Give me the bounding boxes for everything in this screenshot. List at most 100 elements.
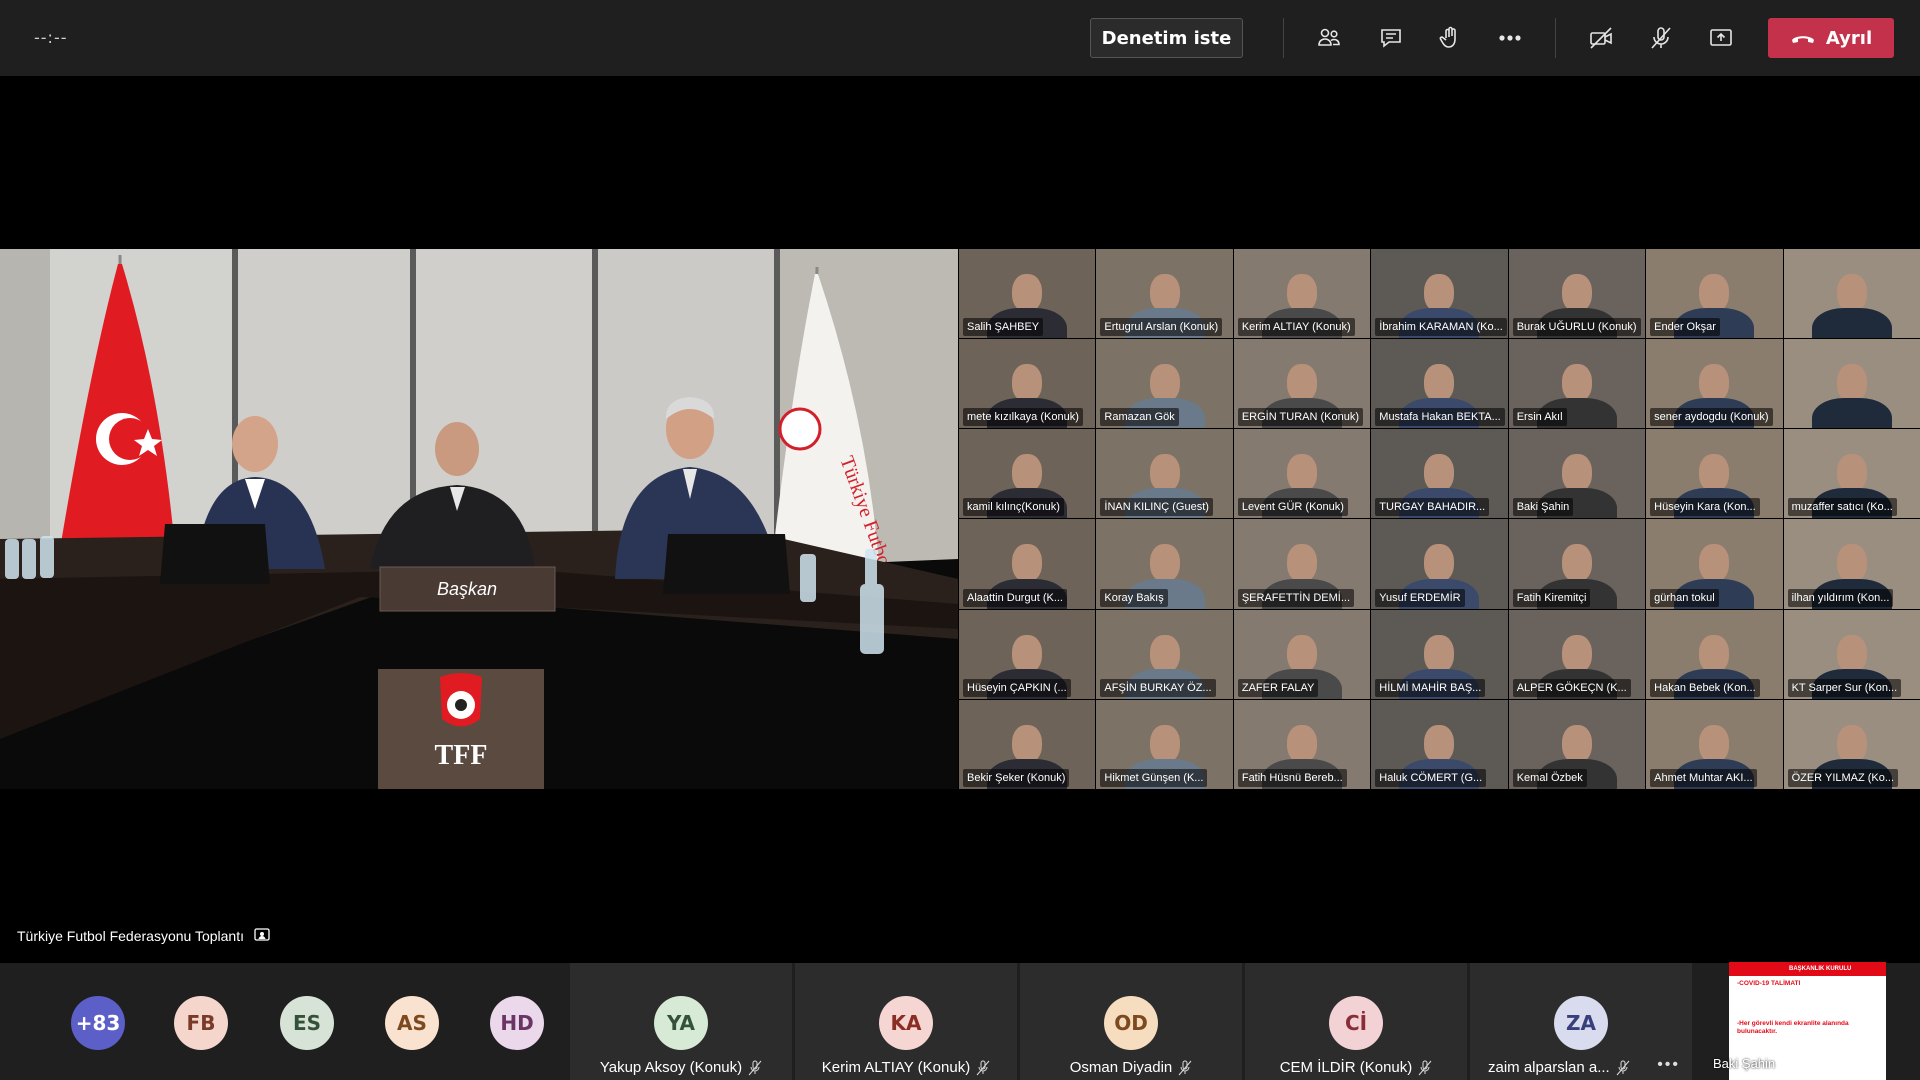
participant-video-tile[interactable]: Haluk CÖMERT (G... [1371,699,1508,789]
participant-label: Alaattin Durgut (K... [963,588,1067,607]
participant-video-tile[interactable]: İNAN KILINÇ (Guest) [1096,429,1233,519]
participant-video-tile[interactable]: Hüseyin ÇAPKIN (... [959,609,1096,699]
participant-video-tile[interactable]: Baki Şahin [1508,429,1646,519]
participant-label: Ramazan Gök [1100,408,1179,427]
participant-video-tile[interactable]: sener aydogdu (Konuk) [1646,339,1783,429]
participant-tile[interactable]: KA Kerim ALTIAY (Konuk) [795,963,1017,1080]
participant-face [1149,364,1180,403]
participant-name: Osman Diyadin [1020,1059,1242,1076]
participant-video-tile[interactable]: ZAFER FALAY [1233,609,1371,699]
participant-label: sener aydogdu (Konuk) [1650,408,1773,427]
participant-video-tile[interactable]: ALPER GÖKEÇN (K... [1508,609,1646,699]
participant-video-tile[interactable]: Koray Bakış [1096,519,1233,609]
participant-video-tile[interactable]: Burak UĞURLU (Konuk) [1508,249,1646,339]
participant-label: AFŞİN BURKAY ÖZ... [1100,678,1216,697]
raise-hand-icon[interactable] [1431,20,1469,56]
participant-video-tile[interactable]: Levent GÜR (Konuk) [1233,429,1371,519]
avatar-hd[interactable]: HD [490,996,544,1050]
participant-video-tile[interactable]: ERGİN TURAN (Konuk) [1233,339,1371,429]
request-control-button[interactable]: Denetim iste [1090,18,1243,58]
participant-face [1287,724,1318,763]
participant-video-tile[interactable]: Ahmet Muhtar AKI... [1646,699,1783,789]
participant-video-tile[interactable]: Fatih Hüsnü Bereb... [1233,699,1371,789]
participant-face [1561,454,1592,493]
participant-video-tile[interactable]: Ersin Akıl [1508,339,1646,429]
participant-tile[interactable]: OD Osman Diyadin [1020,963,1242,1080]
avatar-es[interactable]: ES [280,996,334,1050]
toolbar-divider [1283,18,1284,58]
participant-avatar: KA [879,996,933,1050]
participant-label: mete kızılkaya (Konuk) [963,408,1083,427]
participant-label: İbrahim KARAMAN (Ko... [1375,318,1507,337]
share-icon[interactable] [1702,20,1740,56]
participant-body [1811,398,1892,429]
meeting-timer: --:-- [34,28,68,47]
participant-face [1287,273,1318,312]
room-camera-feed: Türkiye Futbol Federasyonu [0,249,958,789]
participant-video-tile[interactable]: ÖZER YILMAZ (Ko... [1783,699,1920,789]
chat-icon[interactable] [1372,20,1410,56]
participant-label: HİLMİ MAHİR BAŞ... [1375,678,1486,697]
participant-video-tile[interactable]: Mustafa Hakan BEKTA... [1371,339,1508,429]
participant-more-icon[interactable]: ••• [1657,1056,1680,1074]
participant-video-tile[interactable]: İbrahim KARAMAN (Ko... [1371,249,1508,339]
avatar-as[interactable]: AS [385,996,439,1050]
participant-video-tile[interactable] [1783,339,1920,429]
participant-video-tile[interactable]: gürhan tokul [1646,519,1783,609]
leave-button[interactable]: Ayrıl [1768,18,1894,58]
participant-video-tile[interactable]: Fatih Kiremitçi [1508,519,1646,609]
participant-label: KT Sarper Sur (Kon... [1787,678,1902,697]
participant-video-tile[interactable]: Ender Okşar [1646,249,1783,339]
participant-video-tile[interactable]: ŞERAFETTİN DEMİ... [1233,519,1371,609]
meeting-toolbar: --:-- Denetim iste Ayrıl [0,0,1920,76]
participant-tile[interactable]: ZA zaim alparslan a... ••• [1470,963,1692,1080]
participant-face [1699,544,1730,583]
participant-video-tile[interactable]: kamil kılınç(Konuk) [959,429,1096,519]
participant-face [1149,273,1180,312]
participant-label: Kemal Özbek [1512,768,1587,787]
participant-label: ALPER GÖKEÇN (K... [1512,678,1631,697]
participant-video-tile[interactable]: TURGAY BAHADIR... [1371,429,1508,519]
mic-muted-icon [1418,1060,1432,1075]
tff-logo-text: TFF [435,740,488,771]
participant-video-tile[interactable]: Hüseyin Kara (Kon... [1646,429,1783,519]
participant-video-tile[interactable]: Salih ŞAHBEY [959,249,1096,339]
mic-off-icon[interactable] [1642,20,1680,56]
participant-face [1287,544,1318,583]
participant-video-tile[interactable]: ilhan yıldırım (Kon... [1783,519,1920,609]
mic-muted-icon [1616,1060,1630,1075]
overflow-participants-count[interactable]: +83 [71,996,125,1050]
participant-video-tile[interactable]: muzaffer satıcı (Ko... [1783,429,1920,519]
more-icon[interactable] [1491,20,1529,56]
participant-face [1561,273,1592,312]
participant-name: CEM İLDİR (Konuk) [1245,1059,1467,1076]
participant-label: Bekir Şeker (Konuk) [963,768,1070,787]
participant-video-tile[interactable]: mete kızılkaya (Konuk) [959,339,1096,429]
participant-video-tile[interactable]: Ertugrul Arslan (Konuk) [1096,249,1233,339]
participants-icon[interactable] [1310,20,1348,56]
participant-video-tile[interactable]: KT Sarper Sur (Kon... [1783,609,1920,699]
meeting-info-icon[interactable] [254,928,270,944]
participant-face [1836,364,1867,403]
shared-screen-header: BAŞKANLIK KURULU [1729,962,1886,976]
participant-video-tile[interactable]: Yusuf ERDEMİR [1371,519,1508,609]
participant-video-tile[interactable]: AFŞİN BURKAY ÖZ... [1096,609,1233,699]
participant-face [1424,454,1455,493]
mic-muted-icon [1178,1060,1192,1075]
participant-tile[interactable]: YA Yakup Aksoy (Konuk) [570,963,792,1080]
participant-video-tile[interactable]: Bekir Şeker (Konuk) [959,699,1096,789]
camera-off-icon[interactable] [1582,20,1620,56]
participant-video-tile[interactable] [1783,249,1920,339]
participant-label: Salih ŞAHBEY [963,318,1044,337]
participant-video-tile[interactable]: Ramazan Gök [1096,339,1233,429]
participant-tile[interactable]: Cİ CEM İLDİR (Konuk) [1245,963,1467,1080]
avatar-fb[interactable]: FB [174,996,228,1050]
participant-video-tile[interactable]: Kemal Özbek [1508,699,1646,789]
mic-muted-icon [976,1060,990,1075]
participant-video-tile[interactable]: Hakan Bebek (Kon... [1646,609,1783,699]
participant-video-tile[interactable]: Alaattin Durgut (K... [959,519,1096,609]
hangup-icon [1791,36,1814,43]
participant-video-tile[interactable]: Kerim ALTIAY (Konuk) [1233,249,1371,339]
participant-video-tile[interactable]: Hikmet Günşen (K... [1096,699,1233,789]
participant-video-tile[interactable]: HİLMİ MAHİR BAŞ... [1371,609,1508,699]
